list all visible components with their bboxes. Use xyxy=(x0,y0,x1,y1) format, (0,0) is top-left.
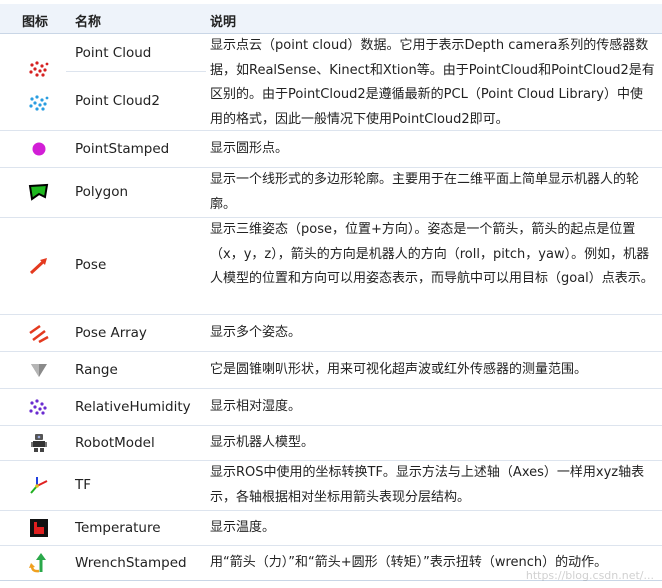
tf-axes-icon xyxy=(14,472,64,498)
row-desc: 显示三维姿态（pose，位置+方向）。姿态是一个箭头，箭头的起点是位置（x，y，… xyxy=(210,222,654,286)
row-desc: 显示一个线形式的多边形轮廓。主要用于在二维平面上简单显示机器人的轮廓。 xyxy=(210,172,640,212)
row-name: Point Cloud xyxy=(75,45,152,61)
row-desc: 显示圆形点。 xyxy=(210,141,289,156)
header-icon: 图标 xyxy=(22,15,49,30)
table-row: Temperature 显示温度。 xyxy=(0,511,662,546)
row-name: RelativeHumidity xyxy=(75,399,191,415)
row-name: Pose xyxy=(75,257,107,273)
row-name: Temperature xyxy=(75,520,161,536)
row-name: RobotModel xyxy=(75,435,155,451)
table-row: RobotModel 显示机器人模型。 xyxy=(0,426,662,461)
table-row: PointStamped 显示圆形点。 xyxy=(0,131,662,168)
polygon-icon xyxy=(14,179,64,205)
row-desc: 显示点云（point cloud）数据。它用于表示Depth camera系列的… xyxy=(210,38,655,127)
row-desc: 显示ROS中使用的坐标转换TF。显示方法与上述轴（Axes）一样用xyz轴表示，… xyxy=(210,465,645,505)
row-name: Pose Array xyxy=(75,325,147,341)
robot-model-icon xyxy=(14,430,64,456)
row-name: PointStamped xyxy=(75,141,170,157)
row-name: TF xyxy=(75,477,92,493)
row-name: Point Cloud2 xyxy=(75,93,160,109)
table-row: Pose 显示三维姿态（pose，位置+方向）。姿态是一个箭头，箭头的起点是位置… xyxy=(0,218,662,315)
table-row: Point Cloud Point Cloud2 显示点云（point clou… xyxy=(0,34,662,131)
row-divider xyxy=(66,71,206,72)
table-row: RelativeHumidity 显示相对湿度。 xyxy=(0,389,662,426)
table-row: Polygon 显示一个线形式的多边形轮廓。主要用于在二维平面上简单显示机器人的… xyxy=(0,168,662,218)
pose-array-icon xyxy=(14,320,64,346)
table-row: Range 它是圆锥喇叭形状，用来可视化超声波或红外传感器的测量范围。 xyxy=(0,352,662,389)
header-desc: 说明 xyxy=(210,15,237,30)
row-name: Polygon xyxy=(75,184,129,200)
row-desc: 显示相对湿度。 xyxy=(210,399,302,414)
range-cone-icon xyxy=(14,357,64,383)
humidity-icon xyxy=(14,394,64,420)
point-stamped-icon xyxy=(14,136,64,162)
point-cloud2-icon xyxy=(14,90,64,116)
row-desc: 显示温度。 xyxy=(210,520,276,535)
row-name: Range xyxy=(75,362,118,378)
pose-arrow-icon xyxy=(14,253,64,279)
point-cloud-icon xyxy=(14,56,64,82)
temperature-icon xyxy=(14,515,64,541)
ros-display-types-table: 图标 名称 说明 Point Cloud Point Cloud2 显示点云（p… xyxy=(0,0,662,588)
wrench-icon xyxy=(14,550,64,576)
row-name: WrenchStamped xyxy=(75,555,187,571)
row-desc: 显示多个姿态。 xyxy=(210,325,302,340)
table-row: Pose Array 显示多个姿态。 xyxy=(0,315,662,352)
row-desc: 它是圆锥喇叭形状，用来可视化超声波或红外传感器的测量范围。 xyxy=(210,362,588,377)
row-desc: 显示机器人模型。 xyxy=(210,435,315,450)
watermark: https://blog.csdn.net/... xyxy=(525,569,654,582)
table-row: TF 显示ROS中使用的坐标转换TF。显示方法与上述轴（Axes）一样用xyz轴… xyxy=(0,461,662,511)
header-name: 名称 xyxy=(75,15,102,30)
table-header: 图标 名称 说明 xyxy=(0,4,662,34)
